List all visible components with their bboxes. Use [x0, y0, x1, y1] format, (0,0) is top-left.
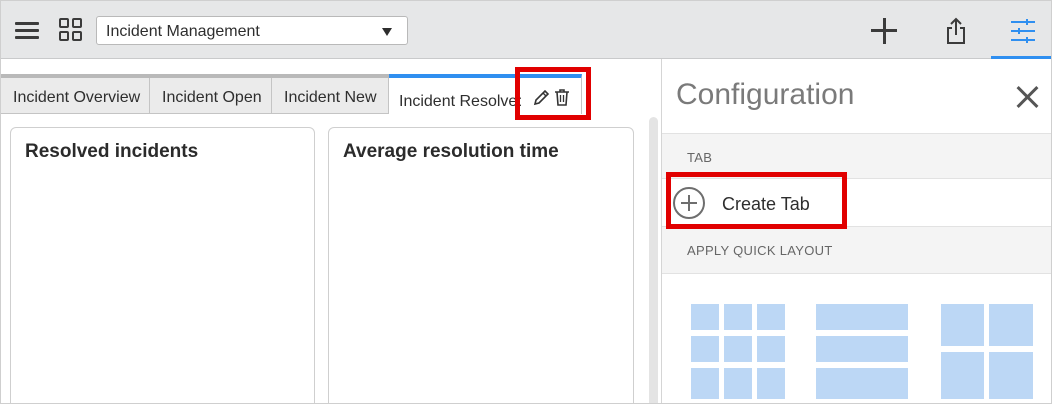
- tab-label: Incident New: [284, 89, 377, 106]
- quick-layout-options: [662, 274, 1051, 403]
- section-quick-layout-header: APPLY QUICK LAYOUT: [662, 226, 1051, 274]
- widget-title: Average resolution time: [343, 141, 559, 162]
- app-window: Incident Management Incident Overview In…: [0, 0, 1052, 404]
- chevron-down-icon: [382, 28, 392, 36]
- configuration-toggle-button[interactable]: [991, 1, 1051, 59]
- tab-incident-overview[interactable]: Incident Overview: [1, 78, 150, 114]
- sliders-icon: [1011, 19, 1035, 43]
- close-icon[interactable]: [1016, 85, 1040, 109]
- tab-label: Incident Overview: [13, 89, 141, 106]
- add-icon[interactable]: [871, 18, 897, 44]
- tab-incident-open[interactable]: Incident Open: [150, 78, 272, 114]
- tab-tools-highlight: [515, 67, 591, 120]
- layout-three-column-option[interactable]: [691, 304, 785, 399]
- widget-title: Resolved incidents: [25, 141, 199, 162]
- top-bar: Incident Management: [1, 1, 1051, 59]
- dashboard-select-value: Incident Management: [106, 23, 260, 40]
- section-tab-label: TAB: [687, 150, 713, 165]
- tab-label: Incident Resolved: [399, 93, 521, 110]
- vertical-scrollbar[interactable]: [649, 117, 658, 403]
- share-icon[interactable]: [945, 17, 967, 45]
- dashboard-grid-icon[interactable]: [59, 18, 83, 42]
- create-tab-highlight: [666, 172, 847, 229]
- widget-resolved-incidents[interactable]: Resolved incidents: [10, 127, 315, 403]
- menu-icon[interactable]: [15, 20, 41, 42]
- dashboard-select[interactable]: Incident Management: [96, 16, 408, 45]
- tab-label: Incident Open: [162, 89, 262, 106]
- layout-full-width-option[interactable]: [816, 304, 910, 399]
- widget-average-resolution-time[interactable]: Average resolution time: [328, 127, 634, 403]
- tab-incident-new[interactable]: Incident New: [272, 78, 389, 114]
- layout-two-column-option[interactable]: [941, 304, 1035, 399]
- configuration-header: Configuration: [662, 59, 1051, 133]
- configuration-panel: Configuration TAB Create Tab APPLY QUICK…: [661, 59, 1051, 403]
- configuration-title: Configuration: [676, 78, 855, 111]
- section-quick-layout-label: APPLY QUICK LAYOUT: [687, 243, 833, 258]
